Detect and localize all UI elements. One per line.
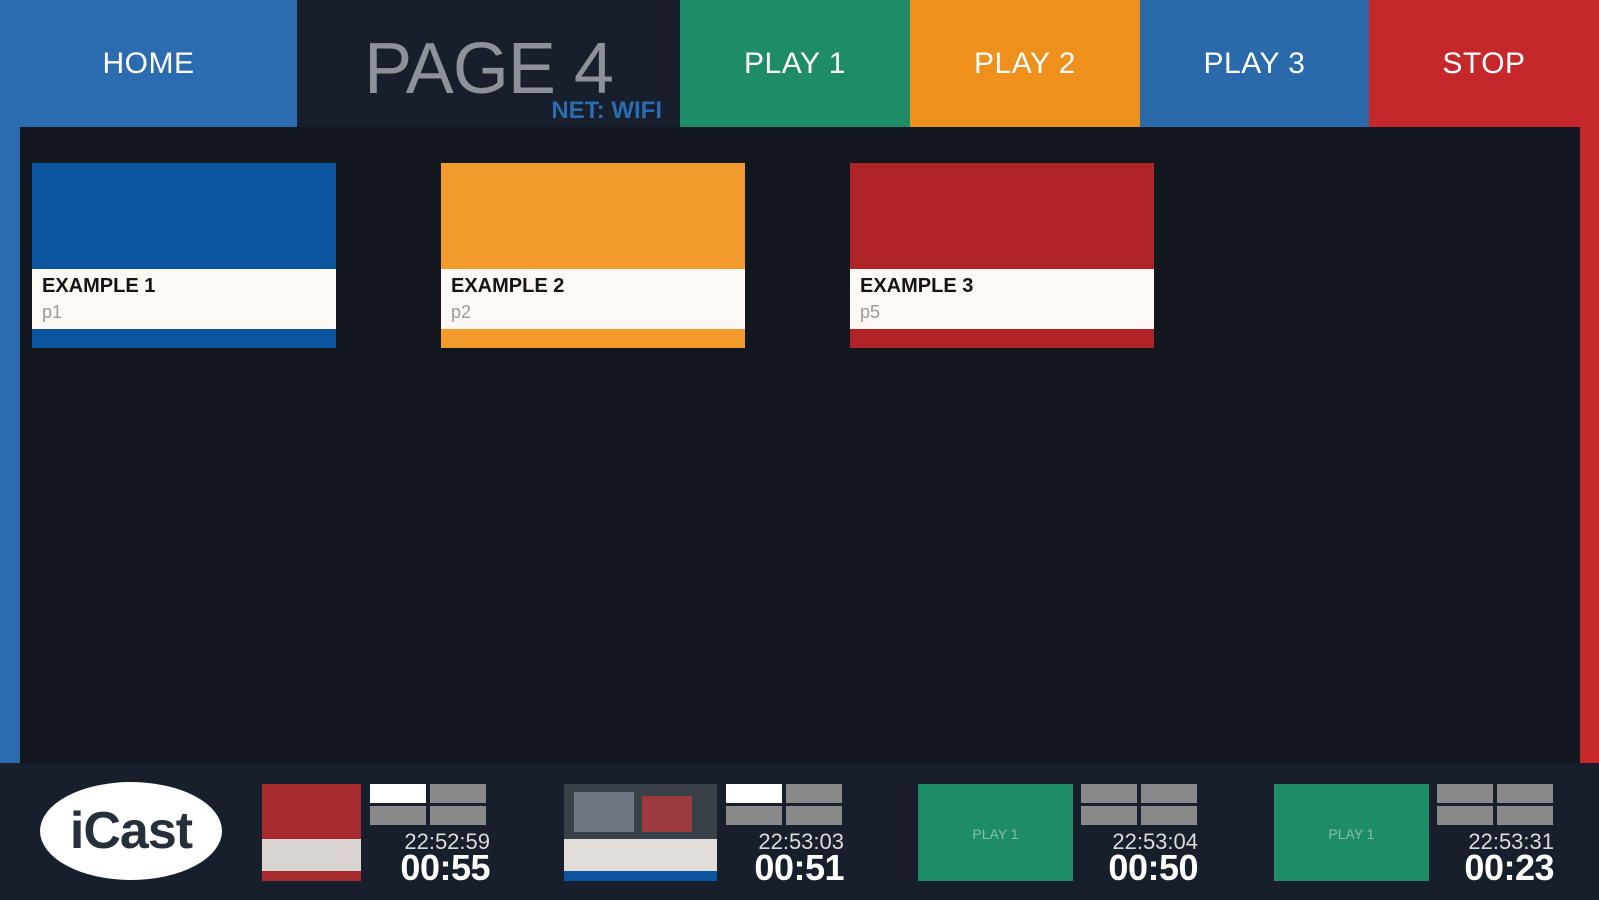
example-1-tile[interactable]: EXAMPLE 1 p1 [32, 163, 336, 348]
home-button[interactable]: HOME [0, 0, 297, 127]
meter-bar [726, 806, 782, 825]
home-label: HOME [102, 46, 195, 80]
meter-bar [1437, 806, 1493, 825]
tile-title: EXAMPLE 3 [860, 275, 974, 297]
slot-timer: 00:50 [1108, 847, 1198, 888]
tile-label: EXAMPLE 3 p5 [850, 269, 1154, 329]
thumbnail-caption: PLAY 1 [972, 826, 1019, 842]
icast-logo: iCast [40, 782, 222, 880]
play-1-label: PLAY 1 [744, 46, 846, 80]
tile-color-strip [850, 329, 1154, 348]
play-1-button[interactable]: PLAY 1 [680, 0, 910, 127]
play-2-button[interactable]: PLAY 2 [910, 0, 1140, 127]
tile-subtitle: p5 [860, 302, 881, 322]
meter-bar [1437, 784, 1493, 803]
main-area: EXAMPLE 1 p1 EXAMPLE 2 p2 EXAMPLE 3 p5 [20, 127, 1580, 763]
play-2-label: PLAY 2 [974, 46, 1076, 80]
meter-bar [1081, 806, 1137, 825]
meter-bar [786, 806, 842, 825]
logo-text: iCast [69, 802, 193, 860]
tile-label: EXAMPLE 1 p1 [32, 269, 336, 329]
top-bar: HOME PAGE 4 NET: WIFI PLAY 1 PLAY 2 PLAY… [0, 0, 1599, 127]
tile-title: EXAMPLE 1 [42, 275, 156, 297]
meter-bar [1081, 784, 1137, 803]
left-accent-strip [0, 127, 20, 763]
slot-timer: 00:51 [754, 847, 844, 888]
tile-color-block [850, 163, 1154, 269]
tile-color-block [32, 163, 336, 269]
meter-bar [786, 784, 842, 803]
meter-bar [430, 806, 486, 825]
tile-subtitle: p1 [42, 302, 63, 322]
tile-subtitle: p2 [451, 302, 472, 322]
thumbnail-strip [564, 871, 717, 881]
play-3-label: PLAY 3 [1203, 46, 1306, 80]
thumbnail-label-bar [262, 839, 361, 871]
level-meters [370, 784, 488, 826]
meter-bar [430, 784, 486, 803]
slot-thumbnail [564, 784, 717, 881]
meter-bar [1497, 784, 1553, 803]
meter-bar [1141, 806, 1197, 825]
play-3-button[interactable]: PLAY 3 [1140, 0, 1369, 127]
footer-bar: iCast 22:52:59 00:55 22:53:03 00:51 PLAY… [0, 763, 1599, 900]
thumbnail-label-bar [564, 839, 717, 871]
tile-title: EXAMPLE 2 [451, 275, 565, 297]
tile-color-strip [441, 329, 745, 348]
meter-bar [1497, 806, 1553, 825]
right-accent-strip [1580, 127, 1599, 763]
slot-thumbnail [262, 784, 361, 881]
example-3-tile[interactable]: EXAMPLE 3 p5 [850, 163, 1154, 348]
slot-timer: 00:23 [1464, 847, 1554, 888]
slot-timer: 00:55 [400, 847, 490, 888]
stop-button[interactable]: STOP [1369, 0, 1599, 127]
tile-label: EXAMPLE 2 p2 [441, 269, 745, 329]
level-meters [726, 784, 844, 826]
meter-bar [370, 806, 426, 825]
stop-label: STOP [1442, 46, 1526, 80]
meter-bar [1141, 784, 1197, 803]
slot-thumbnail: PLAY 1 [918, 784, 1073, 881]
page-title-panel: PAGE 4 NET: WIFI [297, 0, 680, 127]
tile-color-block [441, 163, 745, 269]
example-2-tile[interactable]: EXAMPLE 2 p2 [441, 163, 745, 348]
tile-color-strip [32, 329, 336, 348]
level-meters [1437, 784, 1555, 826]
thumbnail-strip [262, 871, 361, 881]
meter-bar [370, 784, 426, 803]
network-status: NET: WIFI [551, 97, 662, 124]
meter-bar [726, 784, 782, 803]
thumbnail-caption: PLAY 1 [1328, 826, 1375, 842]
video-frame-region [642, 796, 692, 832]
video-frame-region [574, 792, 634, 832]
slot-thumbnail: PLAY 1 [1274, 784, 1429, 881]
level-meters [1081, 784, 1199, 826]
